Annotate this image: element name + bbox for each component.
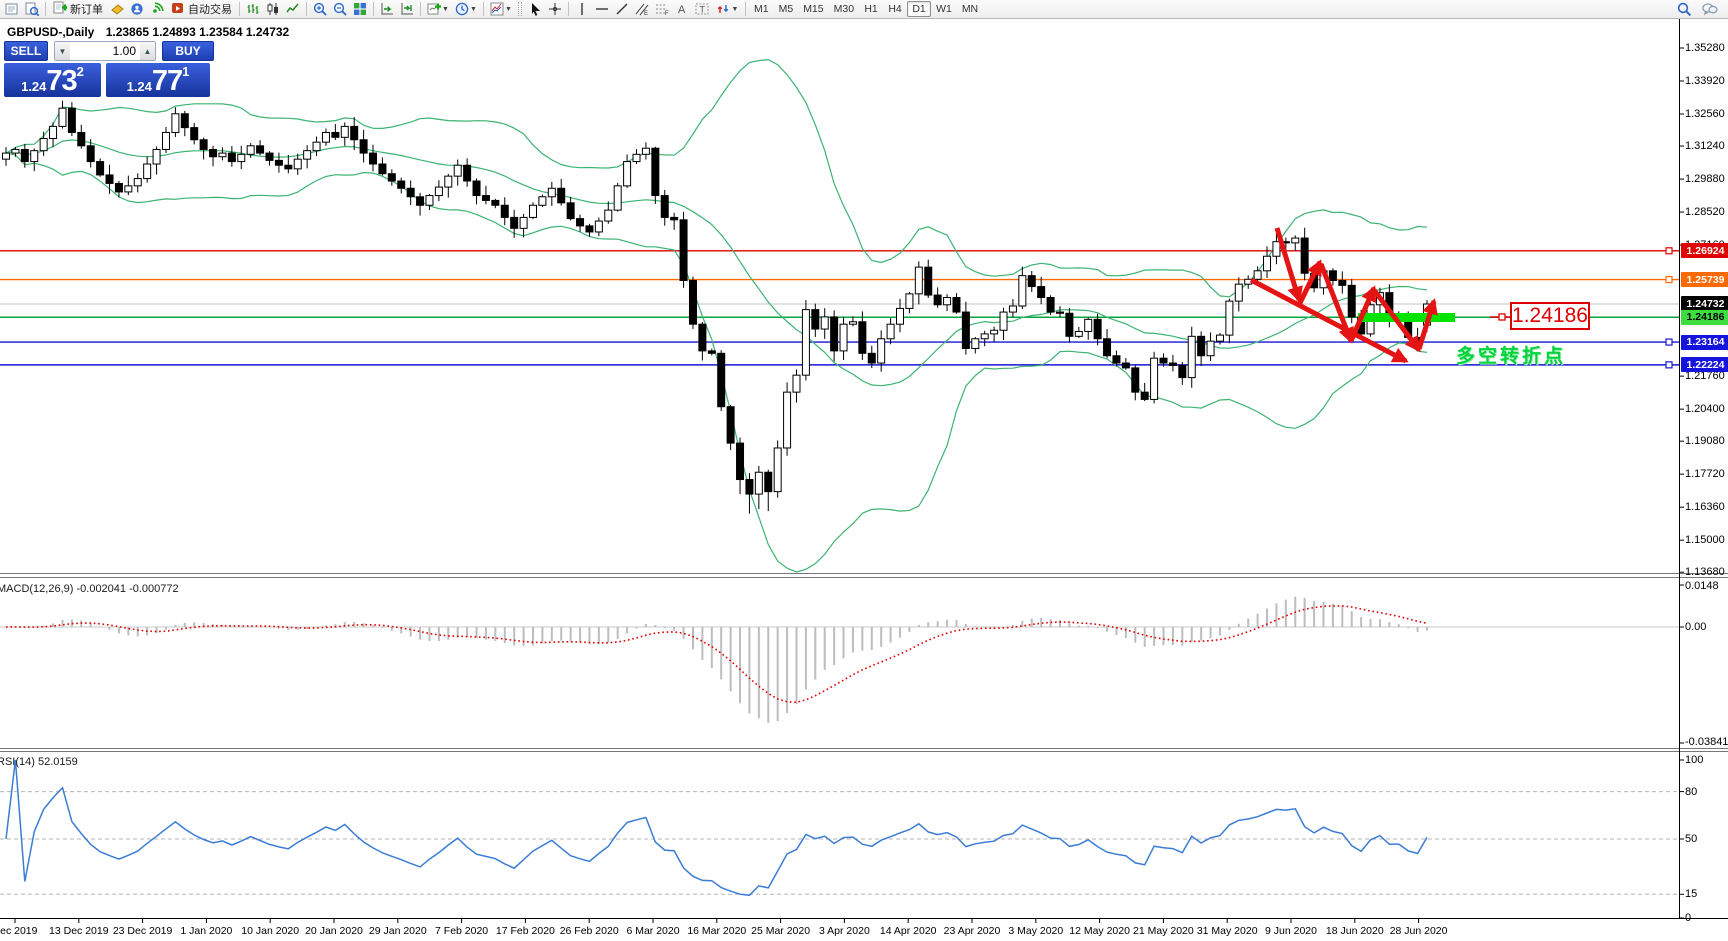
price-level-tag: 1.25739 xyxy=(1681,272,1728,288)
rsi-axis-tick: 50 xyxy=(1685,833,1698,845)
date-label: 10 Jan 2020 xyxy=(241,925,300,937)
date-label: 16 Mar 2020 xyxy=(687,925,747,937)
one-click-trading-panel: SELL ▼ ▲ BUY 1.24732 1.24771 xyxy=(4,41,216,97)
date-label: 20 Jan 2020 xyxy=(305,925,363,937)
date-label: 1 Jan 2020 xyxy=(180,925,233,937)
date-label: 21 May 2020 xyxy=(1133,925,1194,937)
price-axis-tick: 1.33920 xyxy=(1685,75,1725,87)
date-label: 29 Jan 2020 xyxy=(368,925,427,937)
macd-label: MACD(12,26,9) -0.002041 -0.000772 xyxy=(0,583,179,595)
price-axis-tick: 1.35280 xyxy=(1685,42,1725,54)
date-label: 13 Dec 2019 xyxy=(49,925,109,937)
date-label: 28 Jun 2020 xyxy=(1389,925,1448,937)
sell-price-pip: 2 xyxy=(76,64,84,79)
date-label: 3 Apr 2020 xyxy=(818,925,870,937)
date-label: 31 May 2020 xyxy=(1196,925,1258,937)
chart-title: GBPUSD-,Daily 1.23865 1.24893 1.23584 1.… xyxy=(7,25,289,39)
macd-axis-tick: -0.038415 xyxy=(1685,736,1728,748)
price-axis-tick: 1.17720 xyxy=(1685,468,1725,481)
price-axis-tick: 1.31240 xyxy=(1685,140,1725,153)
buy-price-button[interactable]: 1.24 77 1 xyxy=(106,63,210,97)
sell-price-prefix: 1.24 xyxy=(21,79,47,94)
price-axis-tick: 1.29880 xyxy=(1685,173,1725,186)
sell-button[interactable]: SELL xyxy=(4,41,48,61)
date-label: 23 Apr 2020 xyxy=(943,925,1001,937)
date-label: 26 Feb 2020 xyxy=(559,925,619,937)
rsi-axis-tick: 80 xyxy=(1685,785,1698,798)
date-label: 9 Jun 2020 xyxy=(1265,925,1317,937)
chart-canvas[interactable] xyxy=(0,0,1728,941)
date-label: 12 May 2020 xyxy=(1069,925,1130,937)
macd-axis-tick: 0.0148 xyxy=(1685,580,1719,592)
rsi-value: 52.0159 xyxy=(37,756,78,768)
rsi-axis-tick: 100 xyxy=(1685,754,1704,766)
macd-axis-tick: 0.00 xyxy=(1685,621,1707,633)
price-axis-tick: 1.13680 xyxy=(1685,566,1725,579)
date-label: 17 Feb 2020 xyxy=(495,925,555,937)
buy-price-big: 77 xyxy=(151,65,183,97)
price-axis-tick: 1.16360 xyxy=(1685,501,1725,514)
volume-stepper: ▼ ▲ xyxy=(54,41,156,61)
buy-price-pip: 1 xyxy=(182,64,190,79)
date-label: 18 Jun 2020 xyxy=(1325,925,1384,937)
price-axis-tick: 1.19080 xyxy=(1685,435,1725,448)
macd-signal-value: -0.000772 xyxy=(129,583,179,595)
price-level-tag: 1.23164 xyxy=(1681,334,1728,350)
macd-main-value: -0.002041 xyxy=(76,583,127,595)
price-level-tag: 1.24186 xyxy=(1681,309,1728,325)
price-level-tag: 1.22224 xyxy=(1681,357,1728,373)
date-label: 6 Mar 2020 xyxy=(626,925,680,937)
date-label: 7 Feb 2020 xyxy=(435,925,489,937)
price-axis-tick: 1.32560 xyxy=(1685,108,1725,120)
buy-button[interactable]: BUY xyxy=(162,41,214,61)
sell-price-big: 73 xyxy=(46,65,77,97)
mt4-terminal: 新订单 自动交易 ▼ ▼ ▼ E F A T ▼ M1 M5 M15 M30 H… xyxy=(0,0,1728,941)
date-label: 23 Dec 2019 xyxy=(112,925,173,937)
sell-price-button[interactable]: 1.24 73 2 xyxy=(4,63,101,97)
price-axis-tick: 1.15000 xyxy=(1685,534,1725,547)
price-level-tag: 1.26924 xyxy=(1681,243,1728,259)
date-label: 3 May 2020 xyxy=(1008,925,1064,937)
volume-input[interactable] xyxy=(70,42,140,60)
buy-price-prefix: 1.24 xyxy=(126,79,152,94)
ohlc-values: 1.23865 1.24893 1.23584 1.24732 xyxy=(105,25,290,39)
price-axis-tick: 1.20400 xyxy=(1685,403,1725,416)
price-annotation-box[interactable]: 1.24186 xyxy=(1510,302,1590,330)
volume-increase-button[interactable]: ▲ xyxy=(140,42,155,60)
rsi-label: RSI(14) 52.0159 xyxy=(0,756,78,768)
date-label: 25 Mar 2020 xyxy=(751,925,811,937)
symbol-period-label: GBPUSD-,Daily xyxy=(7,25,95,39)
date-label: Dec 2019 xyxy=(0,925,38,937)
rsi-axis-tick: 0 xyxy=(1685,912,1692,924)
price-axis-tick: 1.28520 xyxy=(1685,206,1725,219)
date-label: 14 Apr 2020 xyxy=(879,925,937,937)
rsi-axis-tick: 15 xyxy=(1685,888,1698,901)
volume-decrease-button[interactable]: ▼ xyxy=(55,42,70,60)
turning-point-label[interactable]: 多空转折点 xyxy=(1456,341,1566,368)
